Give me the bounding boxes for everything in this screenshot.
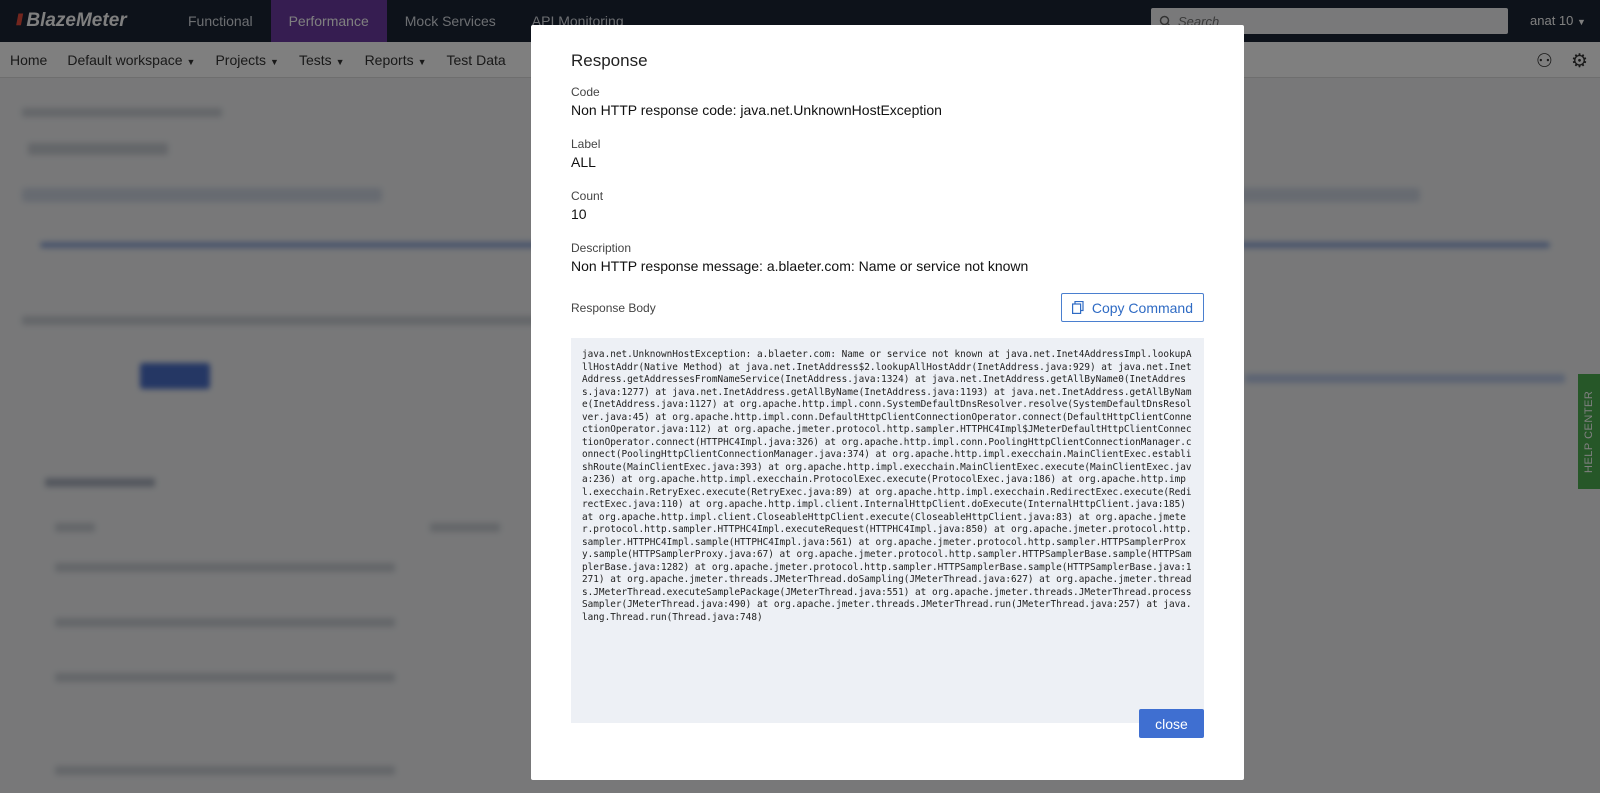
description-value: Non HTTP response message: a.blaeter.com…	[571, 258, 1029, 274]
response-body-content[interactable]: java.net.UnknownHostException: a.blaeter…	[571, 338, 1204, 723]
code-label: Code	[571, 85, 600, 99]
copy-command-button[interactable]: Copy Command	[1060, 293, 1204, 322]
count-value: 10	[571, 206, 587, 222]
label-label: Label	[571, 137, 601, 151]
close-button[interactable]: close	[1139, 709, 1204, 738]
description-label: Description	[571, 241, 632, 255]
copy-icon	[1071, 301, 1084, 314]
response-modal: Response Code Non HTTP response code: ja…	[531, 25, 1244, 780]
modal-title: Response	[571, 51, 648, 70]
copy-command-label: Copy Command	[1091, 299, 1193, 316]
response-body-label: Response Body	[571, 300, 656, 315]
response-body-header: Response Body Copy Command	[571, 293, 1204, 322]
code-value: Non HTTP response code: java.net.Unknown…	[571, 102, 942, 118]
count-label: Count	[571, 189, 604, 203]
label-value: ALL	[571, 154, 596, 170]
